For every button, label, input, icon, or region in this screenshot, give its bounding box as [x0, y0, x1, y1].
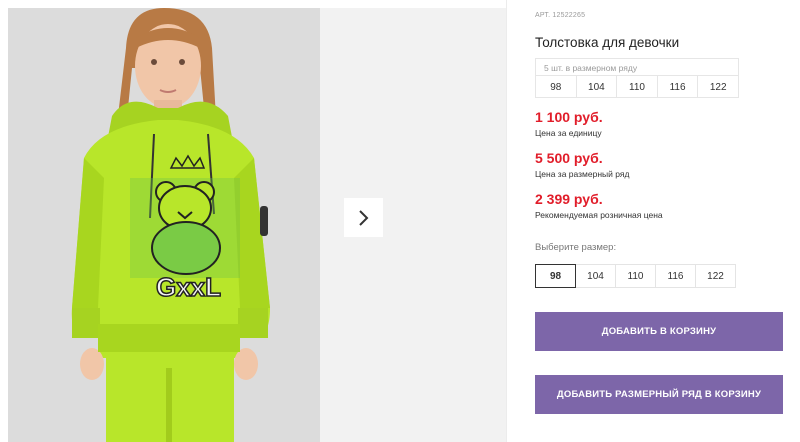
size-option-104[interactable]: 104 — [575, 264, 616, 288]
product-sku: АРТ. 12522265 — [535, 12, 586, 19]
size-set-cell: 122 — [709, 81, 727, 93]
size-set-cell: 104 — [577, 76, 618, 98]
column-divider — [506, 0, 507, 442]
size-option-122[interactable]: 122 — [695, 264, 736, 288]
product-photo: GxxL — [8, 8, 320, 442]
set-price-note: Цена за размерный ряд — [535, 169, 630, 179]
size-option-98[interactable]: 98 — [535, 264, 576, 288]
size-set-cell: 116 — [658, 76, 699, 98]
chevron-right-icon — [358, 209, 368, 226]
unit-price: 1 100 руб. — [535, 109, 603, 125]
size-selector: 98 104 110 116 122 — [535, 264, 739, 288]
size-option-110[interactable]: 110 — [615, 264, 656, 288]
add-to-cart-button[interactable]: ДОБАВИТЬ В КОРЗИНУ — [535, 312, 783, 351]
product-page: GxxL АРТ. 12522265 Толстовка для девочки… — [0, 0, 800, 442]
size-option-116[interactable]: 116 — [655, 264, 696, 288]
retail-price: 2 399 руб. — [535, 191, 603, 207]
product-title: Толстовка для девочки — [535, 35, 680, 50]
unit-price-note: Цена за единицу — [535, 128, 602, 138]
set-price: 5 500 руб. — [535, 150, 603, 166]
size-set-row: 98 104 110 116 122 — [536, 75, 738, 98]
add-size-set-to-cart-button[interactable]: ДОБАВИТЬ РАЗМЕРНЫЙ РЯД В КОРЗИНУ — [535, 375, 783, 414]
size-set-caption: 5 шт. в размерном ряду — [544, 63, 638, 73]
size-select-label: Выберите размер: — [535, 242, 617, 253]
product-photo-illustration: GxxL — [8, 8, 320, 442]
retail-price-note: Рекомендуемая розничная цена — [535, 210, 663, 220]
svg-text:GxxL: GxxL — [156, 272, 221, 302]
gallery-next-button[interactable] — [344, 198, 383, 237]
size-set-box: 5 шт. в размерном ряду 98 104 110 116 12… — [535, 58, 739, 98]
size-set-cell: 98 — [536, 76, 577, 98]
size-set-cell: 110 — [617, 76, 658, 98]
